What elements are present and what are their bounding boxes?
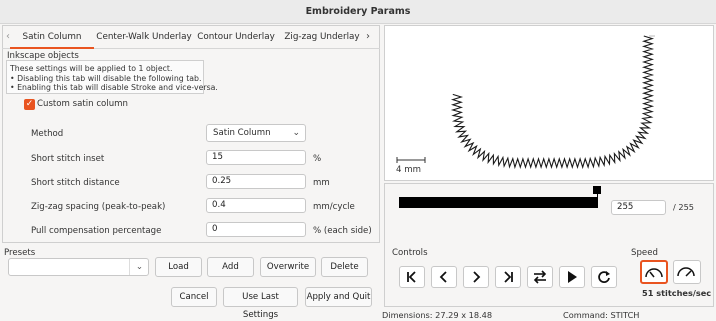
method-label: Method [31, 129, 64, 139]
apply-and-quit-button[interactable]: Apply and Quit [305, 287, 372, 307]
controls-label: Controls [392, 248, 428, 258]
zigzag-field[interactable]: 0.4 [206, 198, 306, 213]
stitch-slider-track[interactable] [399, 197, 598, 208]
delete-preset-button[interactable]: Delete [321, 257, 368, 277]
method-value: Satin Column [213, 128, 271, 138]
tab-center-walk-underlay[interactable]: Center-Walk Underlay [96, 25, 192, 49]
speed-fast-icon[interactable] [673, 260, 701, 284]
tab-scroll-right-icon[interactable]: › [366, 25, 370, 49]
custom-satin-label: Custom satin column [37, 99, 128, 109]
play-icon[interactable] [559, 266, 585, 288]
pull-comp-unit: % (each side) [313, 226, 372, 236]
short-inset-field[interactable]: 15 [206, 150, 306, 165]
short-inset-label: Short stitch inset [31, 154, 105, 164]
tab-satin-column[interactable]: Satin Column [10, 25, 94, 49]
chevron-down-icon: ⌄ [292, 128, 300, 138]
stitch-preview[interactable] [384, 25, 714, 181]
tab-label: Satin Column [22, 32, 82, 42]
title-bar: Embroidery Params [0, 0, 716, 24]
zigzag-unit: mm/cycle [313, 202, 355, 212]
zigzag-label: Zig-zag spacing (peak-to-peak) [31, 202, 166, 212]
tab-label: Zig-zag Underlay [284, 32, 360, 42]
window-title: Embroidery Params [305, 6, 411, 17]
tab-bar: Satin Column Center-Walk Underlay Contou… [2, 25, 380, 49]
direction-swap-icon[interactable] [527, 266, 553, 288]
custom-satin-checkbox[interactable]: ✓ [24, 99, 35, 110]
tab-contour-underlay[interactable]: Contour Underlay [194, 25, 278, 49]
skip-to-start-icon[interactable] [399, 266, 425, 288]
add-preset-button[interactable]: Add [207, 257, 254, 277]
total-stitches-label: / 255 [673, 202, 694, 212]
step-back-icon[interactable] [431, 266, 457, 288]
short-inset-unit: % [313, 154, 322, 164]
speed-label: Speed [631, 248, 658, 258]
use-last-settings-button[interactable]: Use Last Settings [223, 287, 298, 320]
objects-info-box: These settings will be applied to 1 obje… [6, 60, 218, 94]
satin-stitch-path [450, 35, 655, 170]
info-line: • Disabling this tab will disable the fo… [10, 73, 202, 83]
current-stitch-field[interactable]: 255 [611, 200, 666, 215]
method-select[interactable]: Satin Column ⌄ [206, 124, 306, 142]
step-forward-icon[interactable] [463, 266, 489, 288]
info-line: These settings will be applied to 1 obje… [10, 64, 173, 73]
presets-combo[interactable]: ⌄ [8, 258, 149, 276]
scale-bar-label: 4 mm [396, 165, 421, 175]
overwrite-preset-button[interactable]: Overwrite [260, 257, 316, 277]
pull-comp-field[interactable]: 0 [206, 222, 306, 237]
skip-to-end-icon[interactable] [495, 266, 521, 288]
command-status: Command: STITCH [563, 310, 640, 320]
pull-comp-label: Pull compensation percentage [31, 226, 162, 236]
load-preset-button[interactable]: Load [155, 257, 202, 277]
stitch-slider-handle[interactable] [593, 186, 601, 194]
stitch-preview-canvas [396, 35, 655, 170]
chevron-down-icon[interactable]: ⌄ [129, 259, 149, 275]
dimensions-status: Dimensions: 27.29 x 18.48 [382, 310, 493, 320]
tab-label: Contour Underlay [197, 32, 275, 42]
short-distance-label: Short stitch distance [31, 178, 120, 188]
presets-label: Presets [4, 248, 36, 258]
speed-value: 51 stitches/sec [642, 288, 712, 298]
tab-zigzag-underlay[interactable]: Zig-zag Underlay [282, 25, 362, 49]
speed-slow-icon[interactable] [640, 260, 668, 284]
restart-icon[interactable] [591, 266, 617, 288]
short-distance-unit: mm [313, 178, 330, 188]
info-line: • Enabling this tab will disable Stroke … [10, 83, 218, 93]
cancel-button[interactable]: Cancel [171, 287, 217, 307]
short-distance-field[interactable]: 0.25 [206, 174, 306, 189]
tab-label: Center-Walk Underlay [96, 32, 192, 42]
tab-scroll-left-icon[interactable]: ‹ [6, 25, 10, 49]
